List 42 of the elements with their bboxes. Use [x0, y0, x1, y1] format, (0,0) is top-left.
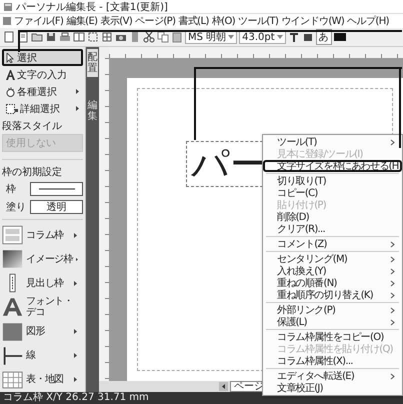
side-tab[interactable]: 編集 [87, 97, 98, 125]
section-label: 段落スタイル [2, 120, 63, 133]
context-menu-item[interactable]: クリア(R)... [263, 223, 402, 235]
frame-tool-label[interactable]: 見出し枠 [26, 278, 71, 289]
context-menu-item[interactable]: 重ね順序の切り替え(K) [263, 289, 402, 301]
context-menu-item[interactable]: センタリング(M) [263, 253, 402, 265]
menu-item[interactable]: ヘルプ(H) [346, 14, 390, 28]
menu-item[interactable]: 編集(E) [65, 14, 98, 28]
side-tab[interactable]: 配置 [87, 49, 98, 77]
section-label: 枠の初期設定 [2, 166, 63, 179]
context-menu-item[interactable]: 保護(L) [263, 316, 402, 328]
tool-item[interactable]: 文字の入力 [2, 66, 83, 83]
frame-tool-label[interactable]: 表・地図 [26, 374, 71, 386]
menu-item[interactable]: ファイル(F) [13, 14, 64, 28]
menu-item[interactable]: ツール(T) [237, 14, 280, 28]
context-menu-item[interactable]: 削除(D) [263, 211, 402, 223]
frame-tool-label[interactable]: フォント・デコ [26, 296, 77, 318]
tool-item[interactable]: 詳細選択 [2, 100, 83, 117]
menu-item[interactable]: 枠(O) [210, 14, 236, 28]
menu-item[interactable]: ウインドウ(W) [280, 14, 346, 28]
context-menu-item[interactable]: コラム枠属性をコピー(O) [263, 331, 402, 343]
tool-item[interactable]: 選択 [2, 49, 83, 66]
context-menu-item[interactable]: コラム枠属性(X)... [263, 355, 402, 367]
frame-tool-label[interactable]: コラム枠 [26, 230, 71, 241]
context-menu-item[interactable]: 入れ換え(Y) [263, 265, 402, 277]
context-menu-item[interactable]: コピー(C) [263, 187, 402, 199]
window-title: パーソナル編集長 - [文書1(更新)] [16, 0, 168, 14]
menu-item[interactable]: 書式(L) [177, 14, 210, 28]
context-menu-item[interactable]: エディタへ転送(E) [263, 370, 402, 382]
frame-tool-label[interactable]: 線 [26, 350, 71, 362]
field-label: 枠 [6, 182, 17, 196]
status-text: コラム枠 X/Y 26.27 31.71 mm [3, 392, 149, 404]
context-menu-item[interactable]: 外部リンク(P) [263, 304, 402, 316]
field-label: 塗り [6, 201, 27, 214]
frame-tool-label[interactable]: イメージ枠 [26, 254, 74, 265]
menu-item[interactable]: 表示(V) [99, 14, 134, 28]
frame-tool-label[interactable]: 図形 [26, 326, 71, 338]
context-menu-item[interactable]: コメント(Z) [263, 238, 402, 250]
context-menu-item[interactable]: 重ねの順番(N) [263, 277, 402, 289]
tool-item[interactable]: 各種選択 [2, 83, 83, 100]
fill-field[interactable]: 透明 [30, 200, 83, 214]
menu-item[interactable]: ページ(P) [134, 14, 176, 28]
